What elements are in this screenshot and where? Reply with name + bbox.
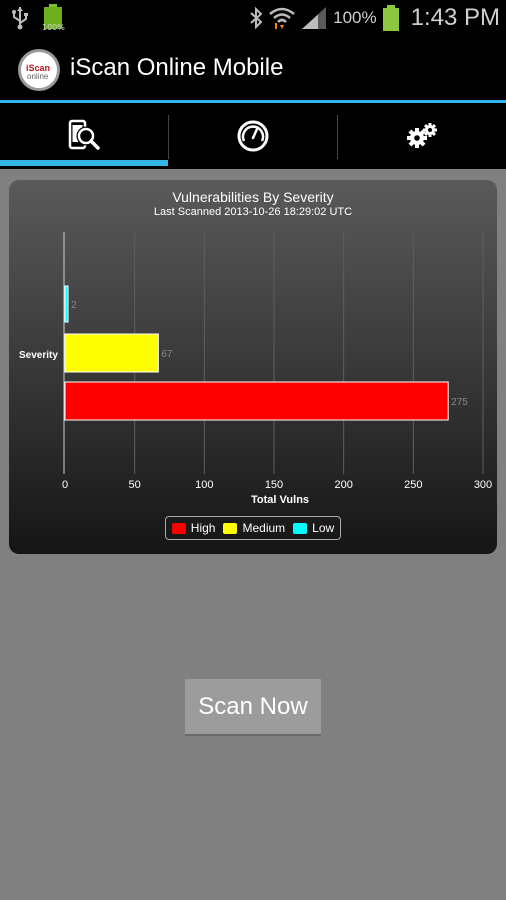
status-time: 1:43 PM [410, 4, 500, 31]
data-label: 2 [71, 300, 77, 311]
battery-percent: 100% [333, 8, 377, 27]
data-label: 67 [161, 349, 173, 360]
bar-high [64, 381, 449, 421]
legend-label: High [190, 521, 216, 535]
status-bar: 100% 100% 1:43 PM [0, 0, 506, 36]
action-bar: iScan online iScan Online Mobile [0, 36, 506, 102]
signal-icon [302, 7, 327, 29]
severity-chart: 0 50 100 150 200 250 300 2 67 275 Severity Total Vu… [19, 232, 492, 506]
chart-card: Vulnerabilities By Severity Last Scanned… [9, 180, 497, 554]
small-battery-label: 100% [42, 23, 65, 32]
x-tick-label: 250 [404, 479, 422, 491]
x-tick-label: 50 [129, 479, 141, 491]
battery-full-icon: 100% [42, 4, 65, 32]
usb-icon [12, 7, 28, 30]
wifi-icon [269, 7, 295, 29]
chart-legend: High Medium Low [165, 516, 341, 540]
scan-now-button[interactable]: Scan Now [185, 679, 321, 736]
x-tick-label: 150 [265, 479, 283, 491]
x-axis-title: Total Vulns [251, 494, 309, 506]
bar-low [64, 285, 69, 323]
app-title: iScan Online Mobile [70, 54, 284, 81]
legend-item-medium: Medium [223, 521, 285, 535]
tab-dashboard[interactable] [168, 103, 337, 169]
x-tick-label: 200 [334, 479, 352, 491]
tab-settings[interactable] [337, 103, 506, 169]
legend-swatch [223, 522, 238, 534]
x-tick-label: 100 [195, 479, 213, 491]
phone-magnifier-icon [68, 119, 100, 150]
y-axis-title: Severity [19, 350, 58, 361]
x-tick-label: 300 [474, 479, 492, 491]
legend-label: Medium [242, 521, 286, 535]
legend-item-low: Low [293, 521, 334, 535]
selected-tab-indicator [0, 160, 168, 166]
legend-swatch [293, 522, 308, 534]
bar-medium [64, 333, 159, 373]
logo-text-bottom: online [27, 72, 49, 81]
app-logo[interactable]: iScan online [18, 49, 60, 91]
data-label: 275 [451, 397, 468, 408]
gears-icon [406, 123, 437, 148]
x-tick-label: 0 [62, 479, 68, 491]
legend-label: Low [312, 521, 335, 535]
bluetooth-icon [250, 7, 263, 29]
gauge-icon [237, 120, 268, 152]
legend-swatch [171, 522, 186, 534]
battery-icon [382, 5, 399, 31]
tab-bar [0, 103, 506, 169]
legend-item-high: High [171, 521, 216, 535]
